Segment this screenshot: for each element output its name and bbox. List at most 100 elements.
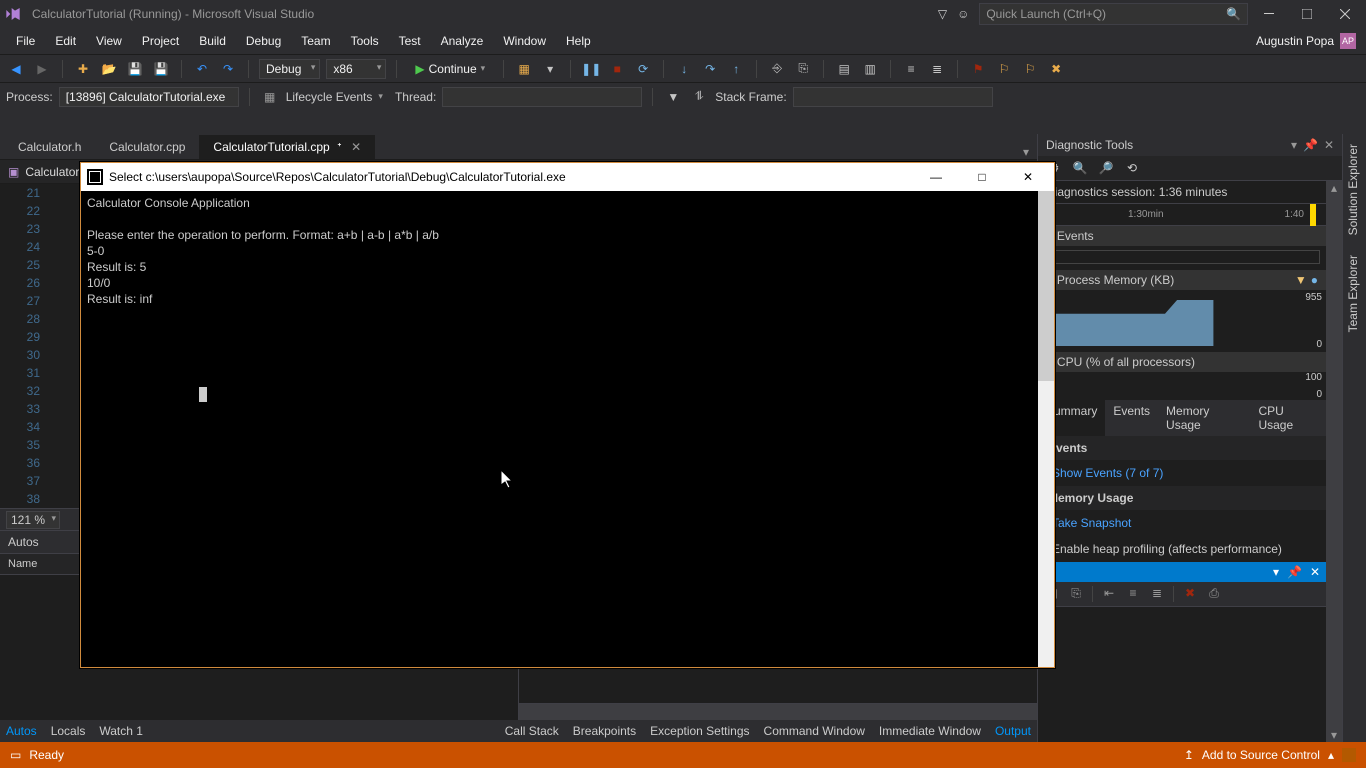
- filter-icon[interactable]: ▼: [663, 87, 683, 107]
- menu-build[interactable]: Build: [189, 30, 236, 52]
- btab-watch[interactable]: Watch 1: [99, 724, 143, 738]
- menu-debug[interactable]: Debug: [236, 30, 291, 52]
- chevron-up-icon[interactable]: ▴: [1328, 748, 1334, 762]
- btab-callstack[interactable]: Call Stack: [505, 724, 559, 738]
- menu-edit[interactable]: Edit: [45, 30, 86, 52]
- next-bookmark-icon[interactable]: ⚐: [1020, 59, 1040, 79]
- step-out-icon[interactable]: ↑: [726, 59, 746, 79]
- prev-bookmark-icon[interactable]: ⚐: [994, 59, 1014, 79]
- platform-dropdown[interactable]: x86: [326, 59, 386, 79]
- btab-immediate[interactable]: Immediate Window: [879, 724, 981, 738]
- btab-command[interactable]: Command Window: [764, 724, 865, 738]
- redo-icon[interactable]: ↷: [218, 59, 238, 79]
- panel-menu-icon[interactable]: ▾: [1291, 138, 1297, 152]
- mt-icon-2[interactable]: ⎘: [1068, 586, 1084, 602]
- menu-view[interactable]: View: [86, 30, 132, 52]
- tb-icon-b[interactable]: ⎘: [793, 59, 813, 79]
- btab-exception[interactable]: Exception Settings: [650, 724, 749, 738]
- events-header[interactable]: Events: [1053, 229, 1318, 243]
- reset-zoom-icon[interactable]: ⟲: [1124, 160, 1140, 176]
- lifecycle-label[interactable]: Lifecycle Events: [286, 90, 373, 104]
- mem-header[interactable]: Process Memory (KB): [1053, 273, 1295, 287]
- close-tab-icon[interactable]: ✕: [351, 140, 361, 154]
- tb-icon-c[interactable]: ▤: [834, 59, 854, 79]
- debug-options-icon[interactable]: ▾: [540, 59, 560, 79]
- side-tab-team-explorer[interactable]: Team Explorer: [1343, 245, 1363, 342]
- step-into-icon[interactable]: ↓: [674, 59, 694, 79]
- menu-file[interactable]: File: [6, 30, 45, 52]
- nav-fwd-icon[interactable]: ▶: [32, 59, 52, 79]
- cpu-header[interactable]: CPU (% of all processors): [1053, 355, 1318, 369]
- console-maximize[interactable]: □: [962, 166, 1002, 188]
- close-panel-icon[interactable]: ✕: [1324, 138, 1334, 152]
- menu-project[interactable]: Project: [132, 30, 189, 52]
- btab-locals[interactable]: Locals: [51, 724, 86, 738]
- console-close[interactable]: ✕: [1008, 166, 1048, 188]
- menu-test[interactable]: Test: [389, 30, 431, 52]
- mt-icon-5[interactable]: ≣: [1149, 586, 1165, 602]
- tab-overflow-icon[interactable]: ▾: [1015, 145, 1037, 159]
- time-ruler[interactable]: 1:30min 1:40: [1038, 204, 1326, 226]
- bookmark-icon[interactable]: ⚑: [968, 59, 988, 79]
- process-field[interactable]: [59, 87, 239, 107]
- stackframe-field[interactable]: [793, 87, 993, 107]
- console-body[interactable]: Calculator Console Application Please en…: [81, 191, 1054, 667]
- pin2-icon[interactable]: 📌: [1287, 565, 1302, 579]
- source-control-button[interactable]: Add to Source Control: [1202, 748, 1320, 762]
- publish-icon[interactable]: ↥: [1184, 748, 1194, 762]
- lifecycle-icon[interactable]: ▦: [260, 87, 280, 107]
- notifications-icon[interactable]: ▽: [938, 7, 947, 21]
- stop-icon[interactable]: ■: [607, 59, 627, 79]
- item-snapshot[interactable]: Take Snapshot: [1038, 510, 1326, 536]
- threads-icon[interactable]: ⥮: [689, 87, 709, 107]
- nav-back-icon[interactable]: ◀: [6, 59, 26, 79]
- comment-icon[interactable]: ≡: [901, 59, 921, 79]
- mt-icon-7[interactable]: ⎙: [1206, 586, 1222, 602]
- menu-window[interactable]: Window: [493, 30, 556, 52]
- mt-icon-3[interactable]: ⇤: [1101, 586, 1117, 602]
- tb-icon-d[interactable]: ▥: [860, 59, 880, 79]
- pin-icon[interactable]: 📌: [1303, 138, 1318, 152]
- tab-calculator-h[interactable]: Calculator.h: [4, 135, 95, 159]
- quick-launch-input[interactable]: Quick Launch (Ctrl+Q) 🔍: [979, 3, 1248, 25]
- selected-panel-header[interactable]: ▾ 📌 ✕: [1038, 562, 1326, 582]
- zoom-dropdown[interactable]: 121 %: [6, 511, 60, 529]
- feedback-icon[interactable]: ☺: [957, 7, 969, 21]
- side-tab-solution-explorer[interactable]: Solution Explorer: [1343, 134, 1363, 245]
- mt-icon-6[interactable]: ✖: [1182, 586, 1198, 602]
- item-show-events[interactable]: Show Events (7 of 7): [1038, 460, 1326, 486]
- item-heap[interactable]: Enable heap profiling (affects performan…: [1038, 536, 1326, 562]
- console-titlebar[interactable]: Select c:\users\aupopa\Source\Repos\Calc…: [81, 163, 1054, 191]
- diag-tab-cpu[interactable]: CPU Usage: [1250, 400, 1326, 436]
- menu-analyze[interactable]: Analyze: [431, 30, 494, 52]
- uncomment-icon[interactable]: ≣: [927, 59, 947, 79]
- diag-tab-events[interactable]: Events: [1105, 400, 1158, 436]
- btab-output[interactable]: Output: [995, 724, 1031, 738]
- diag-lower-body[interactable]: [1038, 607, 1326, 742]
- close-button[interactable]: [1328, 1, 1362, 27]
- diag-scrollbar[interactable]: ▴▾: [1326, 181, 1342, 742]
- menu-help[interactable]: Help: [556, 30, 601, 52]
- btab-breakpoints[interactable]: Breakpoints: [573, 724, 636, 738]
- open-file-icon[interactable]: 📂: [99, 59, 119, 79]
- maximize-button[interactable]: [1290, 1, 1324, 27]
- panel-menu2-icon[interactable]: ▾: [1273, 565, 1279, 579]
- new-project-icon[interactable]: ✚: [73, 59, 93, 79]
- zoom-in-icon[interactable]: 🔍: [1072, 160, 1088, 176]
- tab-calculator-cpp[interactable]: Calculator.cpp: [95, 135, 199, 159]
- thread-field[interactable]: [442, 87, 642, 107]
- signed-in-user[interactable]: Augustin Popa AP: [1256, 33, 1366, 49]
- menu-team[interactable]: Team: [291, 30, 340, 52]
- cpu-chart[interactable]: 100 0: [1038, 372, 1326, 400]
- tab-tutorial-cpp[interactable]: CalculatorTutorial.cpp ᐩ ✕: [199, 135, 375, 159]
- h-scrollbar[interactable]: [519, 704, 1037, 720]
- undo-icon[interactable]: ↶: [192, 59, 212, 79]
- mt-icon-4[interactable]: ≡: [1125, 586, 1141, 602]
- zoom-out-icon[interactable]: 🔎: [1098, 160, 1114, 176]
- save-icon[interactable]: 💾: [125, 59, 145, 79]
- menu-tools[interactable]: Tools: [341, 30, 389, 52]
- step-over-icon[interactable]: ↷: [700, 59, 720, 79]
- save-all-icon[interactable]: 💾: [151, 59, 171, 79]
- debug-target-icon[interactable]: ▦: [514, 59, 534, 79]
- console-minimize[interactable]: —: [916, 166, 956, 188]
